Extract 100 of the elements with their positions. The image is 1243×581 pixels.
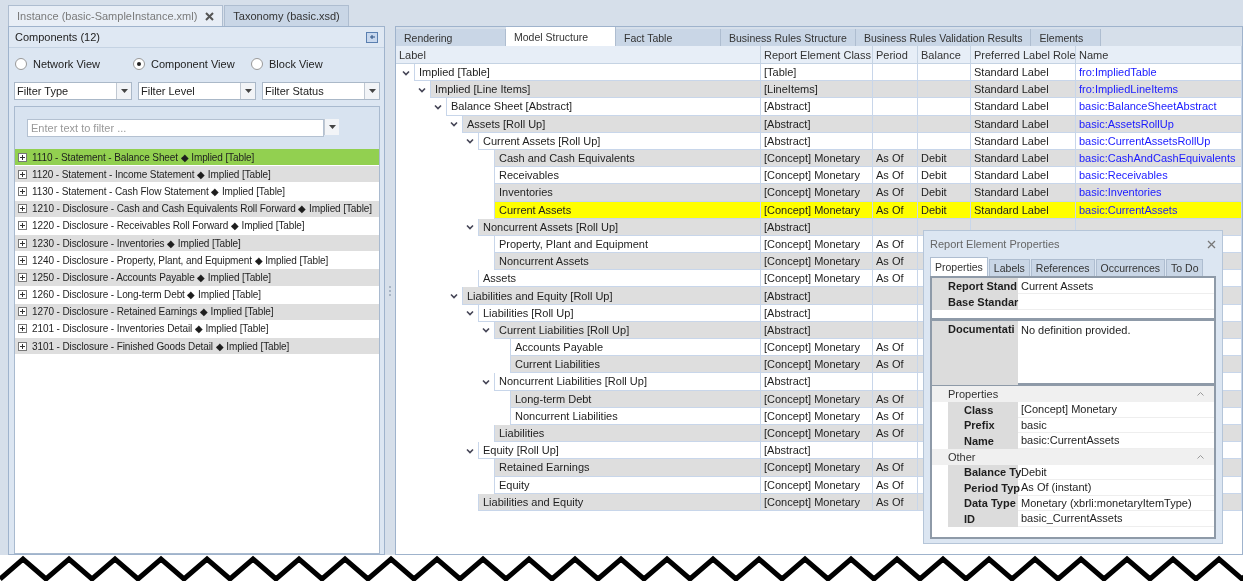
element-name-link[interactable]: basic:CurrentAssets	[1076, 201, 1242, 219]
close-icon[interactable]	[205, 11, 215, 21]
document-tab[interactable]: Taxonomy (basic.xsd)	[224, 5, 349, 26]
component-item[interactable]: 1260 - Disclosure - Long-term Debt ◆ Implied [Table]	[15, 286, 379, 304]
expand-icon[interactable]	[18, 341, 27, 351]
view-tab[interactable]: Rendering	[396, 29, 506, 46]
table-cell: As Of	[873, 493, 918, 511]
caret-icon[interactable]	[482, 378, 490, 385]
expand-icon[interactable]	[18, 169, 27, 179]
field-value: Monetary (xbrli:monetaryItemType)	[1021, 496, 1192, 509]
dropdown-arrow-icon[interactable]	[244, 89, 252, 93]
expand-icon[interactable]	[18, 204, 27, 214]
expand-icon[interactable]	[18, 255, 27, 265]
table-row[interactable]: Balance Sheet [Abstract] [Abstract] Standard Label basic:BalanceSheetAbstract	[396, 98, 1242, 116]
column-header[interactable]: Period	[873, 46, 918, 63]
table-cell: Standard Label	[971, 184, 1076, 202]
tree-label: Current Liabilities	[510, 356, 760, 374]
expand-icon[interactable]	[18, 152, 27, 162]
properties-tab[interactable]: Properties	[930, 257, 988, 276]
expand-icon[interactable]	[18, 324, 27, 334]
element-name-link[interactable]: fro:ImpliedLineItems	[1076, 81, 1242, 99]
group-header[interactable]: Properties	[932, 386, 1214, 402]
column-header[interactable]: Name	[1076, 46, 1242, 63]
table-cell: [Concept] Monetary	[761, 201, 873, 219]
component-item[interactable]: 1110 - Statement - Balance Sheet ◆ Implied [Table]	[15, 149, 379, 167]
table-cell: Debit	[918, 149, 971, 168]
table-cell: [Abstract]	[761, 287, 873, 305]
column-header[interactable]: Balance	[918, 46, 971, 63]
table-row[interactable]: Current Assets [Roll Up] [Abstract] Standard Label basic:CurrentAssetsRollUp	[396, 132, 1242, 150]
column-header[interactable]: Preferred Label Role	[971, 46, 1076, 63]
filter-dropdown[interactable]: Filter Status	[262, 82, 380, 100]
filter-input-field[interactable]: Enter text to filter ...	[27, 119, 324, 137]
table-cell: [Concept] Monetary	[761, 493, 873, 511]
dropdown-arrow-icon[interactable]	[328, 125, 336, 129]
table-row[interactable]: Inventories [Concept] Monetary As Of Debit Standard Label basic:Inventories	[396, 184, 1242, 202]
table-cell: [Concept] Monetary	[761, 149, 873, 168]
expand-icon[interactable]	[18, 272, 27, 282]
caret-icon[interactable]	[466, 310, 474, 317]
tree-label: Assets [Roll Up]	[462, 115, 760, 133]
expand-icon[interactable]	[18, 290, 27, 300]
caret-icon[interactable]	[450, 121, 458, 128]
table-cell: Debit	[918, 184, 971, 202]
table-cell: [Concept] Monetary	[761, 476, 873, 494]
field-label: Class	[948, 402, 1018, 418]
view-tab[interactable]: Fact Table	[616, 29, 721, 46]
caret-icon[interactable]	[434, 103, 442, 110]
expand-icon[interactable]	[18, 221, 27, 231]
view-tab[interactable]: Business Rules Structure	[721, 29, 856, 46]
tree-label: Noncurrent Liabilities [Roll Up]	[494, 373, 760, 391]
table-row[interactable]: Implied [Line Items] [LineItems] Standard Label fro:ImpliedLineItems	[396, 81, 1242, 99]
properties-tab[interactable]: Occurrences	[1095, 259, 1166, 276]
column-header[interactable]: Label	[396, 46, 761, 63]
caret-icon[interactable]	[450, 293, 458, 300]
component-item[interactable]: 3101 - Disclosure - Finished Goods Detail ◆ Implied [Table]	[15, 338, 379, 356]
table-cell: Standard Label	[971, 98, 1076, 116]
field-label: Base Standar	[932, 294, 1018, 310]
column-header[interactable]: Report Element Class	[761, 46, 873, 63]
pin-icon[interactable]	[366, 31, 378, 43]
view-tab[interactable]: Business Rules Validation Results	[855, 29, 1032, 46]
document-tab[interactable]: Instance (basic-SampleInstance.xml)	[8, 5, 224, 26]
view-tab[interactable]: Elements	[1031, 29, 1102, 46]
component-item[interactable]: 1120 - Statement - Income Statement ◆ Implied [Table]	[15, 166, 379, 184]
view-radio[interactable]: Component View	[133, 58, 251, 70]
window-title: Report Element Properties	[930, 238, 1060, 250]
element-name-link[interactable]: basic:AssetsRollUp	[1076, 115, 1242, 133]
properties-tab[interactable]: References	[1030, 259, 1095, 276]
caret-icon[interactable]	[466, 138, 474, 145]
caret-icon[interactable]	[402, 69, 410, 76]
dropdown-arrow-icon[interactable]	[120, 89, 128, 93]
filter-dropdown[interactable]: Filter Type	[14, 82, 132, 100]
properties-tab[interactable]: To Do	[1166, 259, 1204, 276]
table-cell: As Of	[873, 407, 918, 425]
tree-label: Noncurrent Liabilities	[510, 407, 760, 425]
element-name-link[interactable]: basic:CurrentAssetsRollUp	[1076, 132, 1242, 150]
expand-icon[interactable]	[18, 238, 27, 248]
close-icon[interactable]	[1207, 239, 1216, 249]
filter-dropdown[interactable]: Filter Level	[138, 82, 256, 100]
tree-label: Liabilities and Equity [Roll Up]	[462, 287, 760, 305]
element-name-link[interactable]: basic:BalanceSheetAbstract	[1076, 98, 1242, 116]
properties-tab[interactable]: Labels	[988, 259, 1030, 276]
component-item[interactable]: 1250 - Disclosure - Accounts Payable ◆ Implied [Table]	[15, 269, 379, 287]
caret-icon[interactable]	[466, 224, 474, 231]
table-cell: [Concept] Monetary	[761, 459, 873, 477]
caret-icon[interactable]	[418, 86, 426, 93]
table-cell: Standard Label	[971, 115, 1076, 133]
component-item[interactable]: 1220 - Disclosure - Receivables Roll Forward ◆ Implied [Table]	[15, 217, 379, 235]
element-name-link[interactable]: basic:Inventories	[1076, 184, 1242, 202]
caret-icon[interactable]	[466, 447, 474, 454]
caret-icon[interactable]	[482, 327, 490, 334]
tree-label: Current Assets	[494, 201, 760, 219]
component-item[interactable]: 1130 - Statement - Cash Flow Statement ◆ Implied [Table]	[15, 183, 379, 201]
view-radio[interactable]: Network View	[15, 58, 133, 70]
view-tab[interactable]: Model Structure	[506, 27, 616, 46]
expand-icon[interactable]	[18, 186, 27, 196]
field-value: As Of (instant)	[1021, 481, 1092, 494]
element-name-link[interactable]: basic:CashAndCashEquivalents	[1076, 149, 1242, 168]
table-cell: As Of	[873, 476, 918, 494]
expand-icon[interactable]	[18, 307, 27, 317]
dropdown-arrow-icon[interactable]	[368, 89, 376, 93]
view-radio[interactable]: Block View	[251, 58, 369, 70]
